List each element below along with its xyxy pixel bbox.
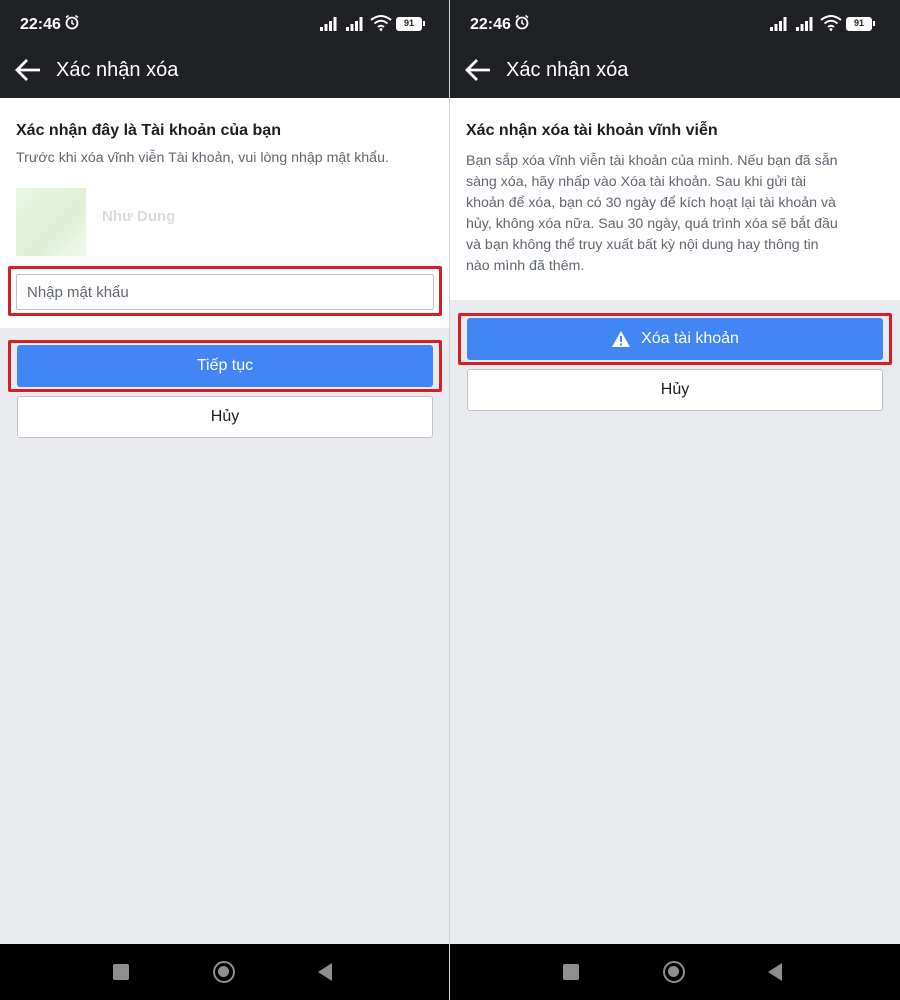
description-line: và bạn không thể truy xuất bất kỳ nội du… — [466, 237, 819, 253]
status-bar: 22:46 91 — [0, 0, 449, 44]
nav-back-icon[interactable] — [318, 963, 332, 981]
profile-name: Như Dung — [102, 208, 176, 225]
alarm-icon — [65, 14, 79, 30]
status-time: 22:46 — [20, 16, 61, 33]
continue-button[interactable]: Tiếp tục — [17, 345, 433, 387]
cancel-button[interactable]: Hủy — [17, 396, 433, 438]
right-screen: 22:46 91 Xác nhận xóa Xác nhận xóa tài k… — [450, 0, 900, 1000]
wifi-icon — [370, 15, 392, 31]
status-bar: 22:46 91 — [450, 0, 900, 44]
cancel-label: Hủy — [660, 381, 690, 398]
alarm-icon — [515, 14, 529, 30]
nav-back-icon[interactable] — [768, 963, 782, 981]
signal-icon — [770, 17, 787, 31]
signal-icon — [346, 17, 363, 31]
delete-account-button[interactable]: Xóa tài khoản — [467, 318, 883, 360]
card-heading: Xác nhận xóa tài khoản vĩnh viễn — [466, 122, 718, 139]
description-line: sàng xóa, hãy nhấp vào Xóa tài khoản. Sa… — [466, 174, 806, 190]
password-input[interactable] — [16, 274, 434, 310]
toolbar: Xác nhận xóa — [0, 44, 449, 98]
signal-icon — [796, 17, 813, 31]
nav-bar — [0, 944, 449, 1000]
left-screen: 22:46 91 Xác nhận xóa Xác nhận đây là Tà… — [0, 0, 450, 1000]
card-description: Trước khi xóa vĩnh viễn Tài khoản, vui l… — [16, 150, 389, 166]
description-line: hủy, không xóa nữa. Sau 30 ngày, quá trì… — [466, 216, 838, 232]
delete-account-label: Xóa tài khoản — [641, 330, 739, 347]
toolbar-title: Xác nhận xóa — [506, 59, 629, 81]
battery-icon: 91 — [846, 17, 875, 31]
continue-label: Tiếp tục — [196, 357, 254, 374]
battery-icon: 91 — [396, 17, 425, 31]
confirm-delete-card: Xác nhận xóa tài khoản vĩnh viễn Bạn sắp… — [450, 98, 900, 300]
description-line: khoản để xóa, bạn có 30 ngày để kích hoạ… — [466, 195, 836, 211]
card-description: Bạn sắp xóa vĩnh viễn tài khoản của mình… — [466, 151, 891, 277]
home-icon[interactable] — [663, 961, 685, 983]
signal-icon — [320, 17, 337, 31]
card-heading: Xác nhận đây là Tài khoản của bạn — [16, 122, 281, 139]
description-line: nào mình đã thêm. — [466, 258, 585, 274]
cancel-button[interactable]: Hủy — [467, 369, 883, 411]
home-icon[interactable] — [213, 961, 235, 983]
cancel-label: Hủy — [210, 408, 240, 425]
recents-icon[interactable] — [113, 964, 129, 980]
nav-bar — [450, 944, 900, 1000]
toolbar-title: Xác nhận xóa — [56, 59, 179, 81]
back-arrow-icon[interactable] — [464, 57, 492, 83]
avatar — [16, 188, 86, 256]
back-arrow-icon[interactable] — [14, 57, 42, 83]
description-line: Bạn sắp xóa vĩnh viễn tài khoản của mình… — [466, 153, 838, 169]
recents-icon[interactable] — [563, 964, 579, 980]
toolbar: Xác nhận xóa — [450, 44, 900, 98]
status-time: 22:46 — [470, 16, 511, 33]
warning-icon — [612, 331, 631, 347]
wifi-icon — [820, 15, 842, 31]
